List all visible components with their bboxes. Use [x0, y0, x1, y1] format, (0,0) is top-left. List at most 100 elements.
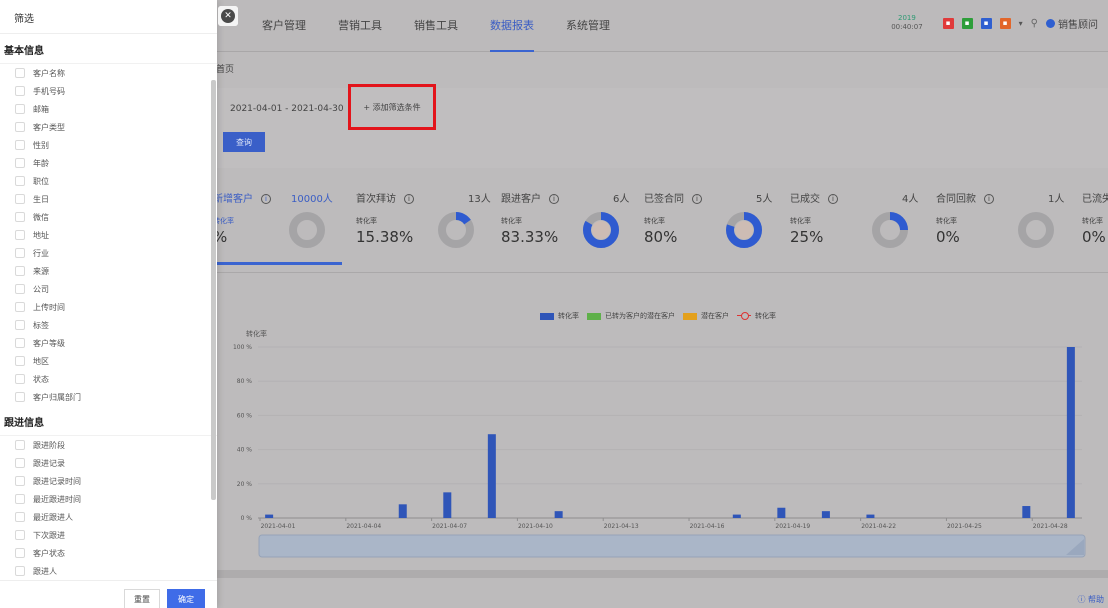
- bar[interactable]: [866, 514, 875, 518]
- info-icon[interactable]: i: [692, 194, 702, 204]
- nav-marketing-tools[interactable]: 营销工具: [338, 0, 398, 52]
- filter-option[interactable]: 客户等级: [0, 334, 217, 352]
- word-icon[interactable]: ▪: [980, 17, 992, 29]
- search-icon[interactable]: ⚲: [1031, 18, 1038, 29]
- image-icon[interactable]: ▪: [999, 17, 1011, 29]
- filter-option[interactable]: 来源: [0, 262, 217, 280]
- zoom-slider[interactable]: [258, 534, 1086, 558]
- filter-option[interactable]: 最近跟进人: [0, 508, 217, 526]
- info-icon[interactable]: i: [549, 194, 559, 204]
- search-button[interactable]: 查询: [223, 132, 265, 152]
- checkbox[interactable]: [15, 530, 25, 540]
- stat-card[interactable]: 已成交 i 4人 转化率 25%: [790, 182, 935, 266]
- checkbox[interactable]: [15, 176, 25, 186]
- info-icon[interactable]: i: [828, 194, 838, 204]
- checkbox[interactable]: [15, 104, 25, 114]
- pdf-icon[interactable]: ▪: [942, 17, 954, 29]
- checkbox[interactable]: [15, 140, 25, 150]
- nav-sales-tools[interactable]: 销售工具: [414, 0, 474, 52]
- checkbox[interactable]: [15, 158, 25, 168]
- filter-option[interactable]: 微信: [0, 208, 217, 226]
- checkbox[interactable]: [15, 266, 25, 276]
- filter-option[interactable]: 行业: [0, 244, 217, 262]
- bar[interactable]: [1022, 506, 1031, 518]
- info-icon[interactable]: i: [984, 194, 994, 204]
- filter-option[interactable]: 生日: [0, 190, 217, 208]
- filter-option[interactable]: 跟进阶段: [0, 436, 217, 454]
- filter-option[interactable]: 状态: [0, 370, 217, 388]
- checkbox[interactable]: [15, 212, 25, 222]
- stat-card[interactable]: 已签合同 i 5人 转化率 80%: [644, 182, 789, 266]
- checkbox[interactable]: [15, 86, 25, 96]
- filter-option[interactable]: 邮箱: [0, 100, 217, 118]
- help-link[interactable]: ⓘ 帮助: [1077, 594, 1104, 605]
- filter-option[interactable]: 跟进人: [0, 562, 217, 580]
- checkbox[interactable]: [15, 494, 25, 504]
- checkbox[interactable]: [15, 356, 25, 366]
- filter-option[interactable]: 性别: [0, 136, 217, 154]
- checkbox[interactable]: [15, 68, 25, 78]
- confirm-button[interactable]: 确定: [167, 589, 205, 608]
- filter-option[interactable]: 职位: [0, 172, 217, 190]
- excel-icon[interactable]: ▪: [961, 17, 973, 29]
- bar[interactable]: [487, 434, 496, 518]
- bar[interactable]: [732, 514, 741, 518]
- checkbox[interactable]: [15, 194, 25, 204]
- add-filter-condition-button[interactable]: + 添加筛选条件: [348, 84, 436, 130]
- info-icon[interactable]: i: [404, 194, 414, 204]
- filter-option[interactable]: 跟进记录时间: [0, 472, 217, 490]
- nav-data-reports[interactable]: 数据报表: [490, 0, 550, 52]
- bar[interactable]: [443, 492, 452, 518]
- filter-option[interactable]: 下次跟进: [0, 526, 217, 544]
- checkbox[interactable]: [15, 302, 25, 312]
- filter-option[interactable]: 标签: [0, 316, 217, 334]
- checkbox[interactable]: [15, 248, 25, 258]
- stat-card[interactable]: 首次拜访 i 13人 转化率 15.38%: [356, 182, 501, 266]
- filter-option[interactable]: 手机号码: [0, 82, 217, 100]
- user-menu[interactable]: 销售顾问: [1046, 16, 1098, 31]
- date-range-picker[interactable]: 2021-04-01 - 2021-04-30: [230, 104, 344, 114]
- checkbox[interactable]: [15, 338, 25, 348]
- filter-option[interactable]: 最近跟进时间: [0, 490, 217, 508]
- filter-option[interactable]: 上传时间: [0, 298, 217, 316]
- bar[interactable]: [1066, 347, 1075, 518]
- checkbox[interactable]: [15, 476, 25, 486]
- checkbox[interactable]: [15, 230, 25, 240]
- checkbox[interactable]: [15, 566, 25, 576]
- filter-option[interactable]: 跟进记录: [0, 454, 217, 472]
- filter-option[interactable]: 客户名称: [0, 64, 217, 82]
- close-drawer-button[interactable]: ✕: [218, 6, 238, 26]
- bar[interactable]: [398, 504, 407, 518]
- checkbox[interactable]: [15, 374, 25, 384]
- checkbox[interactable]: [15, 440, 25, 450]
- stat-card[interactable]: 合同回款 i 1人 转化率 0%: [936, 182, 1081, 266]
- filter-option[interactable]: 客户类型: [0, 118, 217, 136]
- filter-option[interactable]: 公司: [0, 280, 217, 298]
- filter-option[interactable]: 客户状态: [0, 544, 217, 562]
- stat-card[interactable]: 新增客户 i 10000人 转化率%: [213, 182, 358, 266]
- breadcrumb[interactable]: 首页: [216, 62, 234, 75]
- filter-option[interactable]: 地址: [0, 226, 217, 244]
- info-icon[interactable]: i: [261, 194, 271, 204]
- reset-button[interactable]: 重置: [124, 589, 160, 608]
- checkbox[interactable]: [15, 548, 25, 558]
- checkbox[interactable]: [15, 320, 25, 330]
- stat-card[interactable]: 已流失i 转化率 0%: [1082, 182, 1108, 266]
- nav-system-management[interactable]: 系统管理: [566, 0, 626, 52]
- checkbox[interactable]: [15, 458, 25, 468]
- nav-customer-management[interactable]: 客户管理: [262, 0, 322, 52]
- bar[interactable]: [821, 511, 830, 518]
- checkbox[interactable]: [15, 512, 25, 522]
- stat-card[interactable]: 跟进客户 i 6人 转化率 83.33%: [501, 182, 646, 266]
- filter-option[interactable]: 年龄: [0, 154, 217, 172]
- chevron-down-icon[interactable]: ▾: [1019, 19, 1023, 28]
- bar[interactable]: [265, 514, 274, 518]
- bar[interactable]: [554, 511, 563, 518]
- checkbox[interactable]: [15, 122, 25, 132]
- drawer-scrollbar[interactable]: [211, 80, 216, 500]
- filter-option[interactable]: 客户归属部门: [0, 388, 217, 406]
- checkbox[interactable]: [15, 284, 25, 294]
- filter-option[interactable]: 地区: [0, 352, 217, 370]
- checkbox[interactable]: [15, 392, 25, 402]
- bar[interactable]: [777, 507, 786, 518]
